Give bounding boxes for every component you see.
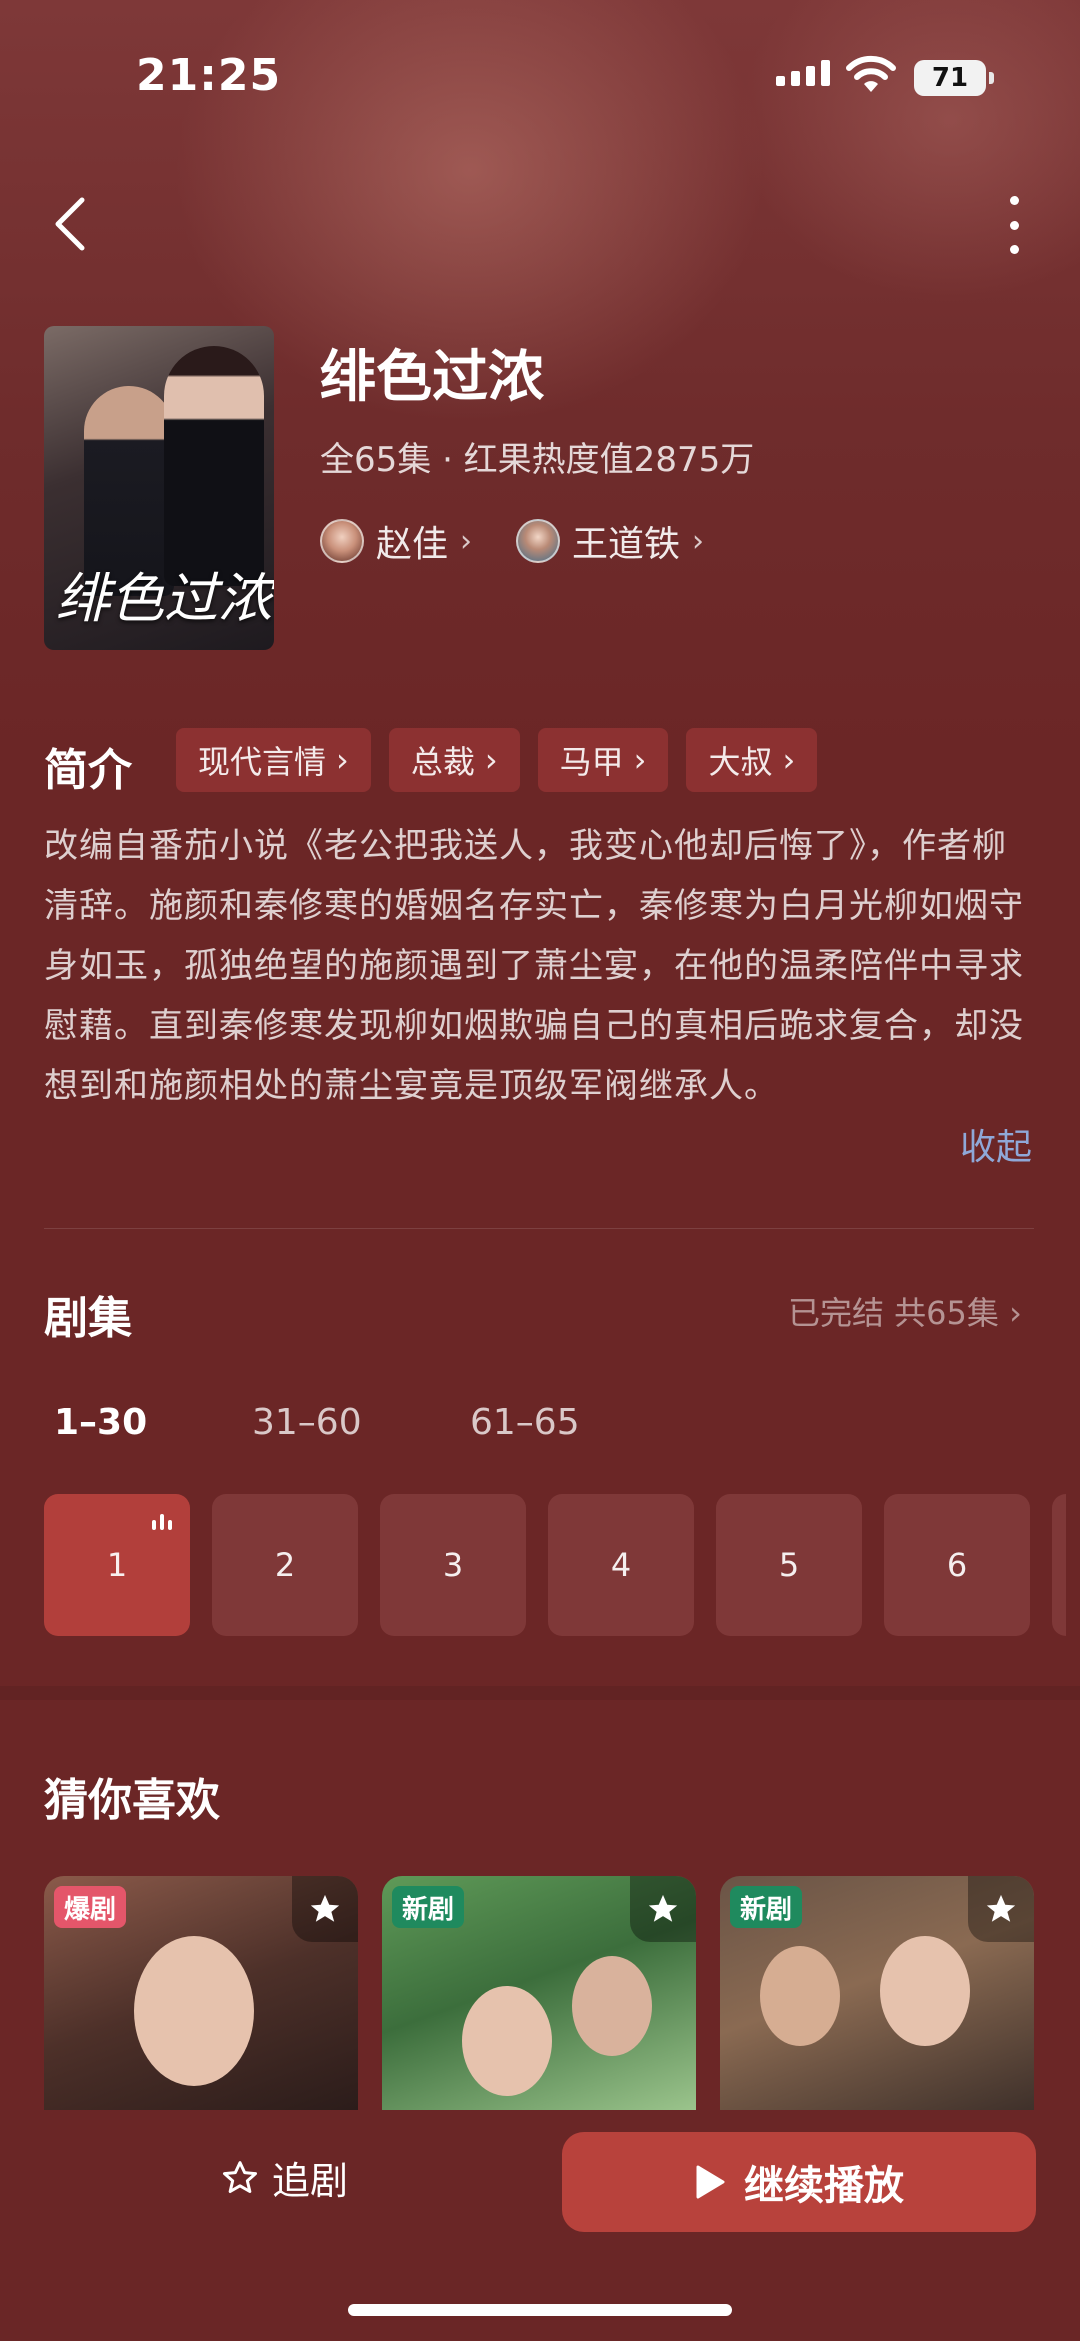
episode-button[interactable]: 5 bbox=[716, 1494, 862, 1636]
episode-button[interactable]: 4 bbox=[548, 1494, 694, 1636]
recommend-list: 爆剧 新剧 新剧 bbox=[44, 1876, 1034, 2112]
vertical-dots-icon[interactable] bbox=[1000, 190, 1028, 260]
intro-heading: 简介 bbox=[44, 745, 132, 796]
chevron-right-icon: › bbox=[484, 741, 498, 779]
episodes-status: 已完结 共65集 bbox=[788, 1294, 999, 1332]
chevron-right-icon: › bbox=[782, 741, 796, 779]
episode-number: 5 bbox=[778, 1546, 800, 1584]
episode-button[interactable]: 6 bbox=[884, 1494, 1030, 1636]
wifi-icon bbox=[846, 55, 896, 92]
episode-number: 1 bbox=[106, 1546, 128, 1584]
avatar bbox=[516, 519, 560, 563]
cast-name: 王道铁 bbox=[572, 524, 681, 565]
episode-button[interactable]: 2 bbox=[212, 1494, 358, 1636]
chevron-left-icon[interactable] bbox=[50, 196, 90, 252]
chevron-right-icon: › bbox=[633, 741, 647, 779]
battery-icon: 71 bbox=[914, 60, 994, 96]
cast-item[interactable]: 王道铁 › bbox=[516, 515, 704, 567]
badge: 新剧 bbox=[730, 1886, 803, 1928]
home-indicator[interactable] bbox=[348, 2304, 732, 2316]
tag-chip[interactable]: 大叔 › bbox=[686, 728, 818, 792]
status-time: 21:25 bbox=[136, 50, 282, 101]
section-separator bbox=[0, 1686, 1080, 1700]
episode-grid: 1 2 3 4 5 6 bbox=[44, 1494, 1066, 1636]
drama-poster[interactable]: 绯色过浓 bbox=[44, 326, 274, 650]
drama-meta: 全65集 · 红果热度值2875万 bbox=[320, 440, 755, 480]
avatar bbox=[320, 519, 364, 563]
episode-button[interactable]: 1 bbox=[44, 1494, 190, 1636]
episodes-status-link[interactable]: 已完结 共65集 › bbox=[788, 1288, 1022, 1334]
recommend-card[interactable]: 爆剧 bbox=[44, 1876, 358, 2112]
follow-label: 追剧 bbox=[272, 2159, 349, 2203]
play-icon bbox=[696, 2165, 725, 2199]
range-tab[interactable]: 31–60 bbox=[252, 1402, 362, 1443]
poster-title: 绯色过浓 bbox=[56, 567, 272, 630]
collapse-link[interactable]: 收起 bbox=[960, 1118, 1032, 1170]
star-outline-icon bbox=[223, 2160, 257, 2193]
episodes-heading: 剧集 bbox=[44, 1293, 132, 1344]
episode-number: 6 bbox=[946, 1546, 968, 1584]
cellular-signal-icon bbox=[776, 60, 830, 86]
chevron-right-icon: › bbox=[1009, 1294, 1022, 1332]
star-icon[interactable] bbox=[630, 1876, 696, 1942]
tag-label: 大叔 bbox=[708, 743, 773, 781]
badge: 爆剧 bbox=[54, 1886, 127, 1928]
tag-chip[interactable]: 马甲 › bbox=[537, 728, 669, 792]
divider bbox=[44, 1228, 1034, 1229]
recommend-card[interactable]: 新剧 bbox=[720, 1876, 1034, 2112]
badge: 新剧 bbox=[392, 1886, 465, 1928]
chevron-right-icon: › bbox=[336, 741, 349, 779]
tag-list: 现代言情 › 总裁 › 马甲 › 大叔 › bbox=[176, 728, 818, 792]
follow-button[interactable]: 追剧 bbox=[220, 2150, 348, 2205]
range-tab[interactable]: 1–30 bbox=[54, 1402, 147, 1443]
continue-play-button[interactable]: 继续播放 bbox=[562, 2132, 1036, 2232]
episode-number: 3 bbox=[442, 1546, 464, 1584]
chevron-right-icon: › bbox=[692, 523, 705, 559]
tag-label: 总裁 bbox=[410, 743, 475, 781]
chevron-right-icon: › bbox=[460, 523, 473, 559]
recommend-heading: 猜你喜欢 bbox=[44, 1775, 220, 1826]
range-tab[interactable]: 61–65 bbox=[470, 1402, 580, 1443]
cast-item[interactable]: 赵佳 › bbox=[320, 515, 472, 567]
star-icon[interactable] bbox=[292, 1876, 358, 1942]
playing-icon bbox=[152, 1514, 172, 1530]
tag-label: 现代言情 bbox=[198, 743, 327, 781]
recommend-card[interactable]: 新剧 bbox=[382, 1876, 696, 2112]
tag-label: 马甲 bbox=[559, 743, 624, 781]
drama-title: 绯色过浓 bbox=[320, 345, 544, 410]
episode-number: 2 bbox=[274, 1546, 296, 1584]
star-icon[interactable] bbox=[968, 1876, 1034, 1942]
tag-chip[interactable]: 总裁 › bbox=[388, 728, 520, 792]
episode-button[interactable]: 3 bbox=[380, 1494, 526, 1636]
episode-button-partial[interactable] bbox=[1052, 1494, 1066, 1636]
cast-name: 赵佳 bbox=[376, 524, 449, 565]
continue-label: 继续播放 bbox=[744, 2163, 904, 2209]
tag-chip[interactable]: 现代言情 › bbox=[176, 728, 371, 792]
intro-text: 改编自番茄小说《老公把我送人，我变心他却后悔了》，作者柳清辞。施颜和秦修寒的婚姻… bbox=[44, 826, 1024, 1106]
episode-number: 4 bbox=[610, 1546, 632, 1584]
